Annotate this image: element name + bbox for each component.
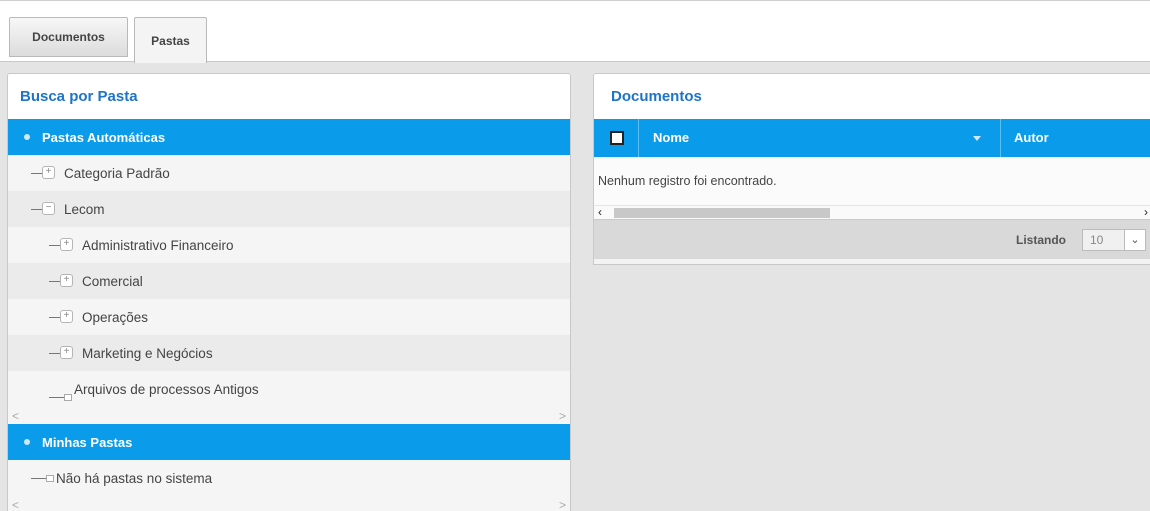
tree-automatic: + Categoria Padrão − Lecom + Administrat… [8,155,570,407]
tree-item-label: Operações [82,309,149,325]
collapse-minus-icon[interactable]: − [42,202,55,215]
tree-item-label: Lecom [64,201,105,217]
scrollbar-thumb[interactable] [614,208,830,218]
tab-bar: Documentos Pastas [0,0,1150,63]
page-size-value: 10 [1083,230,1125,250]
expand-plus-icon[interactable]: + [60,346,73,359]
grid-horizontal-scrollbar[interactable]: ‹ › [594,205,1150,219]
leaf-node-icon [64,394,72,401]
tree-item-categoria-padrao[interactable]: + Categoria Padrão [8,155,570,191]
tree-item-administrativo-financeiro[interactable]: + Administrativo Financeiro [8,227,570,263]
sort-dropdown-icon[interactable] [973,136,981,141]
tree-item-label: Administrativo Financeiro [82,237,234,253]
scroll-right-icon[interactable]: > [559,498,566,511]
horizontal-scrollbar[interactable]: < > [8,496,570,511]
select-all-checkbox[interactable] [610,131,624,145]
column-header-autor[interactable]: Autor [1014,130,1049,145]
tree-item-label: Não há pastas no sistema [56,470,213,486]
scroll-right-icon[interactable]: › [1144,205,1148,219]
expand-plus-icon[interactable]: + [60,310,73,323]
scroll-left-icon[interactable]: ‹ [598,205,602,219]
horizontal-scrollbar[interactable]: < > [8,407,570,424]
tree-header-automatic-folders[interactable]: Pastas Automáticas [8,119,570,155]
folder-search-panel: Busca por Pasta Pastas Automáticas + Cat… [7,73,571,511]
grid-header: Nome Autor [594,119,1150,157]
pager-label: Listando [1016,233,1066,247]
expand-plus-icon[interactable]: + [42,166,55,179]
leaf-node-icon [46,475,54,482]
bullet-icon [24,134,30,140]
tree-item-label: Arquivos de processos Antigos [74,381,259,397]
documents-panel: Documentos Nome Autor Nenhum registro fo… [593,73,1150,265]
empty-message: Nenhum registro foi encontrado. [594,157,1150,205]
tree-header-my-folders[interactable]: Minhas Pastas [8,424,570,460]
tree-header-label: Minhas Pastas [42,434,133,450]
pager-bar: Listando 10 ⌄ [594,219,1150,259]
column-header-nome[interactable]: Nome [653,130,689,145]
tree-item-arquivos-antigos[interactable]: Arquivos de processos Antigos [8,371,570,407]
scroll-left-icon[interactable]: < [12,498,19,511]
expand-plus-icon[interactable]: + [60,274,73,287]
tree-item-marketing-e-negocios[interactable]: + Marketing e Negócios [8,335,570,371]
tree-item-comercial[interactable]: + Comercial [8,263,570,299]
panel-title: Busca por Pasta [8,74,570,119]
panel-title: Documentos [594,74,1150,119]
bullet-icon [24,439,30,445]
scroll-right-icon[interactable]: > [559,409,566,423]
tree-item-operacoes[interactable]: + Operações [8,299,570,335]
tab-documentos[interactable]: Documentos [9,17,128,57]
tree-my-folders: Não há pastas no sistema [8,460,570,496]
scroll-left-icon[interactable]: < [12,409,19,423]
tree-item-label: Categoria Padrão [64,165,170,181]
tab-pastas[interactable]: Pastas [134,17,207,63]
tree-item-lecom[interactable]: − Lecom [8,191,570,227]
tree-item-no-folders: Não há pastas no sistema [8,460,570,496]
tree-item-label: Marketing e Negócios [82,345,213,361]
expand-plus-icon[interactable]: + [60,238,73,251]
page-size-select[interactable]: 10 ⌄ [1082,229,1146,251]
tree-item-label: Comercial [82,273,143,289]
tree-header-label: Pastas Automáticas [42,129,166,145]
chevron-down-icon[interactable]: ⌄ [1125,230,1145,250]
